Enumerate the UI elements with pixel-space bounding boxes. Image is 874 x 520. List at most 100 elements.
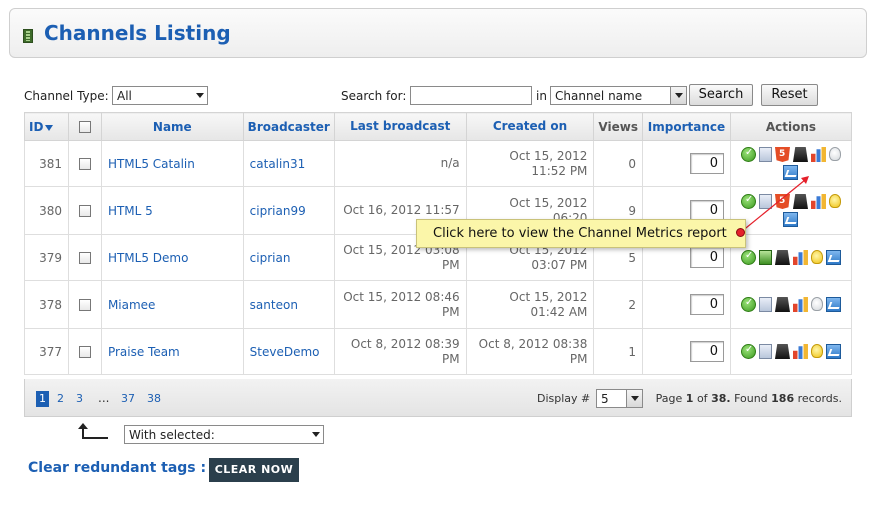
stats-icon[interactable]: [792, 344, 808, 359]
broadcaster-link[interactable]: catalin31: [250, 157, 306, 171]
page-link-37[interactable]: 37: [118, 391, 138, 407]
column-importance[interactable]: Importance: [641, 112, 731, 141]
column-broadcaster[interactable]: Broadcaster: [242, 112, 335, 141]
html5-icon[interactable]: [774, 147, 790, 162]
bulk-action-value: With selected:: [129, 428, 215, 442]
metrics-icon[interactable]: [825, 344, 841, 359]
tooltip-marker: [736, 228, 745, 237]
reset-button[interactable]: Reset: [761, 84, 818, 106]
broadcaster-link[interactable]: ciprian99: [250, 204, 306, 218]
row-checkbox[interactable]: [78, 299, 91, 311]
column-id-label: ID: [29, 119, 44, 134]
pagination-bar: 1 2 3 ... 37 38 Display # 5 Page 1 of 38…: [24, 379, 852, 417]
bulb-off-icon[interactable]: [828, 147, 841, 161]
metrics-icon[interactable]: [825, 250, 841, 265]
cell-created-on: Oct 15, 2012 01:42 AM: [465, 280, 595, 329]
table-header-row: ID Name Broadcaster Last broadcast Creat…: [24, 112, 853, 141]
stand-icon[interactable]: [774, 250, 790, 265]
broadcaster-link[interactable]: SteveDemo: [250, 345, 320, 359]
metrics-icon[interactable]: [783, 165, 799, 180]
search-field-select[interactable]: Channel name: [550, 86, 687, 105]
in-label: in: [536, 89, 547, 103]
stats-icon[interactable]: [792, 297, 808, 312]
document-icon[interactable]: [758, 147, 772, 162]
bulk-action-select[interactable]: With selected:: [124, 425, 324, 444]
row-checkbox[interactable]: [78, 346, 91, 358]
status-ok-icon[interactable]: [740, 250, 756, 265]
cell-id: 377: [24, 328, 69, 375]
cell-name: Miamee: [100, 280, 244, 329]
channel-name-link[interactable]: HTML5 Demo: [108, 251, 189, 265]
status-ok-icon[interactable]: [740, 147, 756, 162]
bulb-off-icon[interactable]: [810, 297, 823, 311]
monitor-icon[interactable]: [758, 250, 772, 265]
cell-select: [67, 328, 102, 375]
search-button[interactable]: Search: [689, 84, 753, 106]
page-total: 38.: [711, 392, 731, 405]
bulb-on-icon[interactable]: [810, 250, 823, 264]
broadcaster-link[interactable]: santeon: [250, 298, 298, 312]
importance-input[interactable]: 0: [689, 200, 724, 221]
broadcaster-link[interactable]: ciprian: [250, 251, 291, 265]
status-ok-icon[interactable]: [740, 297, 756, 312]
display-count-select[interactable]: 5: [596, 389, 643, 408]
document-icon[interactable]: [758, 297, 772, 312]
channel-name-link[interactable]: HTML5 Catalin: [108, 157, 195, 171]
cell-last-broadcast: Oct 15, 2012 08:46 PM: [333, 280, 467, 329]
found-word: Found: [734, 392, 768, 405]
clear-tags-label: Clear redundant tags :: [28, 460, 207, 476]
channel-name-link[interactable]: Miamee: [108, 298, 156, 312]
page-link-1[interactable]: 1: [36, 391, 49, 407]
stand-icon[interactable]: [774, 297, 790, 312]
row-checkbox[interactable]: [78, 158, 91, 170]
column-name[interactable]: Name: [100, 112, 244, 141]
stats-icon[interactable]: [792, 250, 808, 265]
channel-name-link[interactable]: Praise Team: [108, 345, 180, 359]
select-all-checkbox[interactable]: [78, 121, 91, 133]
page-ellipsis: ...: [98, 391, 110, 405]
cell-created-on: Oct 15, 2012 11:52 PM: [465, 140, 595, 187]
bulb-on-icon[interactable]: [810, 344, 823, 358]
chevron-down-icon: [312, 432, 320, 437]
importance-input[interactable]: 0: [689, 153, 724, 174]
cell-select: [67, 280, 102, 329]
cell-broadcaster: SteveDemo: [242, 328, 335, 375]
column-last-broadcast[interactable]: Last broadcast: [333, 112, 467, 141]
cell-created-on: Oct 8, 2012 08:38 PM: [465, 328, 595, 375]
stats-icon[interactable]: [810, 147, 826, 162]
stand-icon[interactable]: [774, 344, 790, 359]
document-icon[interactable]: [758, 344, 772, 359]
html5-icon[interactable]: [774, 194, 790, 209]
row-checkbox[interactable]: [78, 205, 91, 217]
importance-input[interactable]: 0: [689, 341, 724, 362]
metrics-icon[interactable]: [783, 212, 799, 227]
page-link-2[interactable]: 2: [54, 391, 67, 407]
stand-icon[interactable]: [792, 194, 808, 209]
status-ok-icon[interactable]: [740, 344, 756, 359]
row-checkbox[interactable]: [78, 252, 91, 264]
cell-importance: 0: [641, 280, 731, 329]
status-ok-icon[interactable]: [740, 194, 756, 209]
page-link-3[interactable]: 3: [73, 391, 86, 407]
action-icons: [740, 344, 841, 359]
column-id[interactable]: ID: [24, 112, 69, 141]
stand-icon[interactable]: [792, 147, 808, 162]
cell-select: [67, 186, 102, 235]
bulb-on-icon[interactable]: [828, 194, 841, 208]
cell-actions: [729, 328, 853, 375]
metrics-icon[interactable]: [825, 297, 841, 312]
records-word: records.: [797, 392, 842, 405]
channel-type-label: Channel Type:: [24, 89, 109, 103]
column-select-all[interactable]: [67, 112, 102, 141]
clear-now-button[interactable]: CLEAR NOW: [209, 458, 299, 482]
stats-icon[interactable]: [810, 194, 826, 209]
column-created-on[interactable]: Created on: [465, 112, 595, 141]
page-link-38[interactable]: 38: [144, 391, 164, 407]
importance-input[interactable]: 0: [689, 294, 724, 315]
document-icon[interactable]: [758, 194, 772, 209]
channel-name-link[interactable]: HTML 5: [108, 204, 153, 218]
cell-id: 379: [24, 234, 69, 281]
search-input[interactable]: [410, 86, 532, 105]
channel-type-select[interactable]: All: [112, 86, 208, 105]
importance-input[interactable]: 0: [689, 247, 724, 268]
